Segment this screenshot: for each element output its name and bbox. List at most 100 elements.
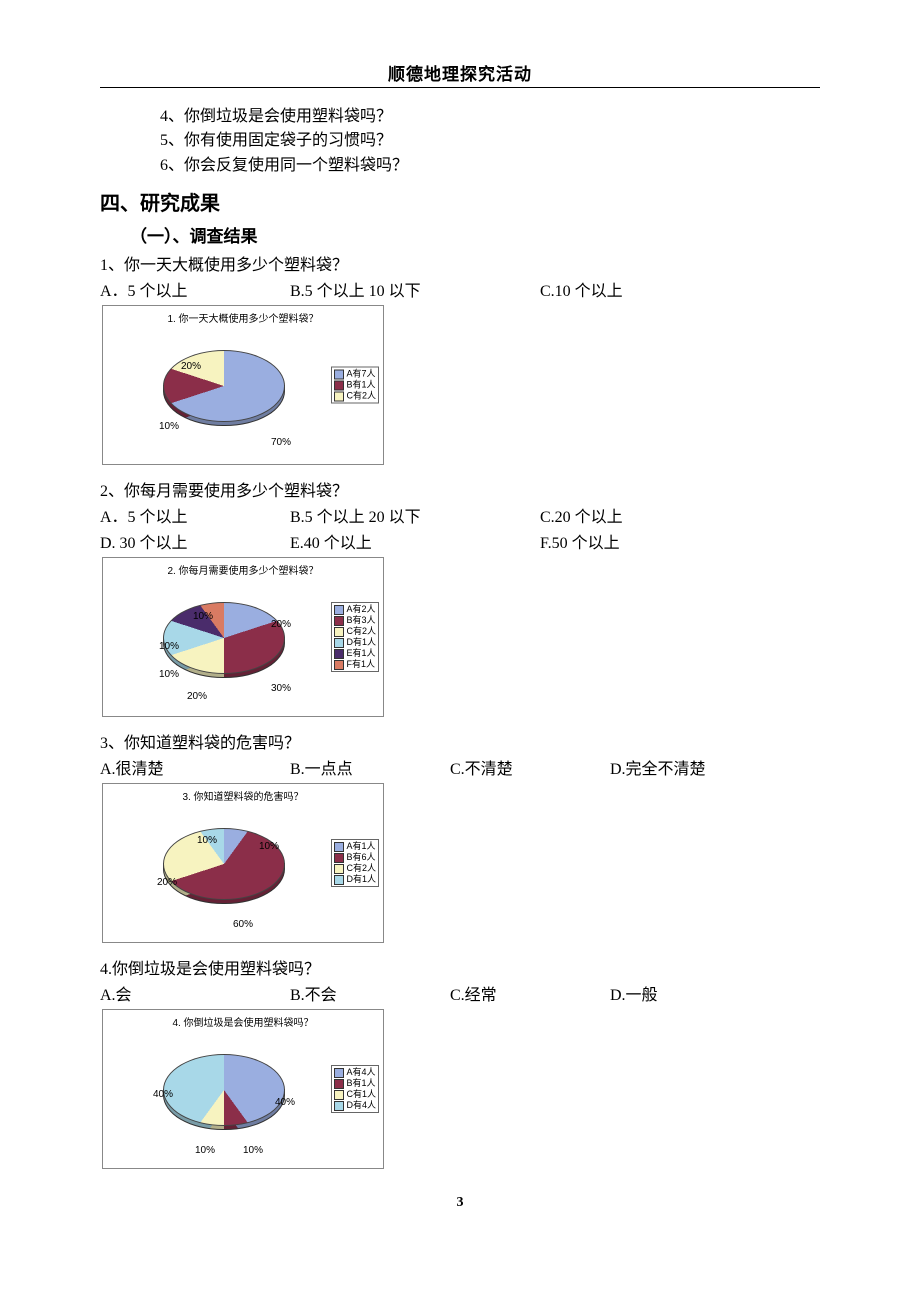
pie-percent-label: 10%	[159, 642, 179, 652]
q1-opt-b: B.5 个以上 10 以下	[290, 277, 540, 301]
pie-percent-label: 60%	[233, 920, 253, 930]
legend-label: C有2人	[346, 391, 376, 402]
legend-label: A有4人	[346, 1067, 375, 1078]
legend-label: D有1人	[346, 637, 376, 648]
chart-q2: 2. 你每月需要使用多少个塑料袋？20%30%20%10%10%10%A有2人B…	[102, 557, 384, 717]
q3-options: A.很清楚 B.一点点 C.不清楚 D.完全不清楚	[100, 755, 820, 779]
pie-percent-label: 10%	[159, 422, 179, 432]
q3-opt-b: B.一点点	[290, 755, 450, 779]
legend-item: A有1人	[334, 841, 376, 852]
legend-item: B有1人	[334, 380, 376, 391]
pie-icon	[163, 828, 285, 900]
legend-label: B有3人	[346, 615, 375, 626]
q4-opt-c: C.经常	[450, 981, 610, 1005]
pie-percent-label: 20%	[181, 362, 201, 372]
chart-title: 1. 你一天大概使用多少个塑料袋？	[103, 310, 383, 325]
legend-item: D有1人	[334, 874, 376, 885]
intro-line-5: 5、你有使用固定袋子的习惯吗？	[160, 130, 820, 152]
legend-item: B有3人	[334, 615, 376, 626]
pie-percent-label: 10%	[197, 836, 217, 846]
pie-percent-label: 40%	[153, 1090, 173, 1100]
legend-swatch-icon	[334, 369, 344, 379]
pie-percent-label: 10%	[193, 612, 213, 622]
legend-item: C有1人	[334, 1089, 376, 1100]
legend-label: F有1人	[346, 659, 375, 670]
legend-swatch-icon	[334, 380, 344, 390]
legend-item: A有4人	[334, 1067, 376, 1078]
chart-title: 4. 你倒垃圾是会使用塑料袋吗？	[103, 1014, 383, 1029]
legend-swatch-icon	[334, 875, 344, 885]
legend-label: C有2人	[346, 626, 376, 637]
pie-percent-label: 10%	[159, 670, 179, 680]
intro-line-4: 4、你倒垃圾是会使用塑料袋吗？	[160, 106, 820, 128]
q2-opt-c: C.20 个以上	[540, 503, 623, 527]
pie-percent-label: 10%	[195, 1146, 215, 1156]
legend-swatch-icon	[334, 1079, 344, 1089]
legend-item: C有2人	[334, 626, 376, 637]
q4-options: A.会 B.不会 C.经常 D.一般	[100, 981, 820, 1005]
legend-label: A有2人	[346, 604, 375, 615]
chart-legend: A有4人B有1人C有1人D有4人	[331, 1065, 379, 1113]
legend-item: A有2人	[334, 604, 376, 615]
q2-options-row2: D. 30 个以上 E.40 个以上 F.50 个以上	[100, 529, 820, 553]
q3-opt-c: C.不清楚	[450, 755, 610, 779]
q1-options: A．5 个以上 B.5 个以上 10 以下 C.10 个以上	[100, 277, 820, 301]
q1-opt-c: C.10 个以上	[540, 277, 623, 301]
section-4-sub1: （一）、调查结果	[130, 222, 820, 247]
q4-opt-a: A.会	[100, 981, 290, 1005]
pie-percent-label: 40%	[275, 1098, 295, 1108]
q3-opt-a: A.很清楚	[100, 755, 290, 779]
chart-legend: A有7人B有1人C有2人	[331, 367, 379, 404]
legend-label: A有1人	[346, 841, 375, 852]
legend-swatch-icon	[334, 605, 344, 615]
legend-swatch-icon	[334, 1101, 344, 1111]
legend-item: A有7人	[334, 369, 376, 380]
legend-item: B有1人	[334, 1078, 376, 1089]
chart-q4: 4. 你倒垃圾是会使用塑料袋吗？40%10%10%40%A有4人B有1人C有1人…	[102, 1009, 384, 1169]
legend-label: E有1人	[346, 648, 375, 659]
header-rule	[100, 87, 820, 88]
legend-label: B有1人	[346, 380, 375, 391]
legend-item: D有1人	[334, 637, 376, 648]
q3-text: 3、你知道塑料袋的危害吗？	[100, 729, 820, 753]
legend-swatch-icon	[334, 660, 344, 670]
legend-swatch-icon	[334, 638, 344, 648]
pie-percent-label: 30%	[271, 684, 291, 694]
legend-item: C有2人	[334, 391, 376, 402]
pie-icon	[163, 602, 285, 674]
legend-item: C有2人	[334, 863, 376, 874]
pie-percent-label: 10%	[259, 842, 279, 852]
legend-label: D有4人	[346, 1100, 376, 1111]
legend-swatch-icon	[334, 853, 344, 863]
legend-item: D有4人	[334, 1100, 376, 1111]
q2-opt-d: D. 30 个以上	[100, 529, 290, 553]
q4-opt-b: B.不会	[290, 981, 450, 1005]
legend-label: C有2人	[346, 863, 376, 874]
legend-swatch-icon	[334, 1068, 344, 1078]
q2-opt-e: E.40 个以上	[290, 529, 540, 553]
legend-item: F有1人	[334, 659, 376, 670]
pie-percent-label: 20%	[157, 878, 177, 888]
q3-opt-d: D.完全不清楚	[610, 755, 706, 779]
legend-label: A有7人	[346, 369, 375, 380]
legend-swatch-icon	[334, 627, 344, 637]
legend-swatch-icon	[334, 649, 344, 659]
intro-line-6: 6、你会反复使用同一个塑料袋吗？	[160, 155, 820, 177]
legend-label: B有6人	[346, 852, 375, 863]
q2-text: 2、你每月需要使用多少个塑料袋？	[100, 477, 820, 501]
q2-options-row1: A．5 个以上 B.5 个以上 20 以下 C.20 个以上	[100, 503, 820, 527]
chart-title: 3. 你知道塑料袋的危害吗？	[103, 788, 383, 803]
legend-swatch-icon	[334, 391, 344, 401]
legend-item: E有1人	[334, 648, 376, 659]
chart-title: 2. 你每月需要使用多少个塑料袋？	[103, 562, 383, 577]
pie-percent-label: 20%	[271, 620, 291, 630]
q2-opt-a: A．5 个以上	[100, 503, 290, 527]
legend-label: D有1人	[346, 874, 376, 885]
chart-legend: A有2人B有3人C有2人D有1人E有1人F有1人	[331, 602, 379, 672]
legend-swatch-icon	[334, 864, 344, 874]
chart-legend: A有1人B有6人C有2人D有1人	[331, 839, 379, 887]
legend-label: C有1人	[346, 1089, 376, 1100]
legend-item: B有6人	[334, 852, 376, 863]
legend-swatch-icon	[334, 1090, 344, 1100]
page-number: 3	[100, 1195, 820, 1211]
